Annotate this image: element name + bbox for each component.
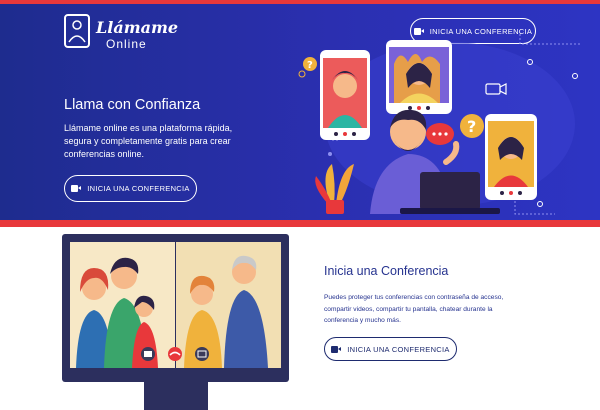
logo-subtitle: Online [106,37,147,51]
hero-cta-label: INICIA UNA CONFERENCIA [87,184,190,193]
logo-title: Llámame [96,18,179,37]
svg-text:?: ? [467,117,476,136]
hero-bottom-accent [0,220,600,227]
section-cta-label: INICIA UNA CONFERENCIA [347,344,450,354]
hero-section: Llámame Online INICIA UNA CONFERENCIA Ll… [0,4,600,220]
section-title: Inicia una Conferencia [324,264,449,278]
video-camera-icon [71,185,82,192]
chat-bubble-icon [426,123,454,145]
monitor-illustration [62,234,289,410]
section-description: Puedes proteger tus conferencias con con… [324,294,504,324]
hero-title: Llama con Confianza [64,97,201,113]
participant-phone-2 [386,40,452,114]
brand-logo[interactable]: Llámame Online [64,14,178,54]
picture-icon [141,347,155,361]
plant-icon [315,164,354,214]
video-conference-illustration: ? ? [298,34,580,215]
svg-text:?: ? [307,60,313,71]
participant-phone-1 [320,50,370,140]
hero-description: Llámame online es una plataforma rápida,… [64,123,233,159]
participant-phone-3 [485,114,537,200]
section-start-conference-button[interactable]: INICIA UNA CONFERENCIA [324,337,457,361]
video-camera-icon [331,345,342,353]
end-call-icon [168,347,182,361]
question-icon: ? [460,114,484,138]
question-icon: ? [303,57,317,71]
hero-start-conference-button[interactable]: INICIA UNA CONFERENCIA [64,175,197,202]
logo-person-icon [64,14,90,48]
share-screen-icon [195,347,209,361]
